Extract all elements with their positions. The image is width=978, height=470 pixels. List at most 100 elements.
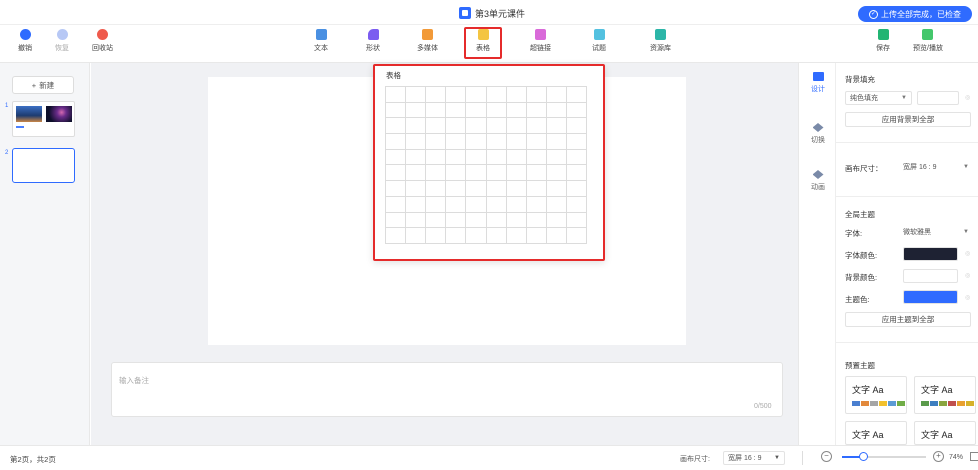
canvas-size-select[interactable]: 宽屏 16 : 9 ▼: [899, 160, 973, 174]
notes-input[interactable]: [111, 362, 783, 417]
zoom-in-button[interactable]: +: [933, 451, 944, 462]
table-grid-cell[interactable]: [546, 87, 567, 103]
table-grid-cell[interactable]: [526, 165, 547, 182]
table-grid-cell[interactable]: [526, 134, 547, 150]
eyedropper-icon[interactable]: ◎: [965, 250, 970, 257]
eyedropper-icon[interactable]: ◎: [965, 272, 970, 279]
table-grid-cell[interactable]: [426, 181, 447, 197]
preset-theme-card[interactable]: 文字 Aa: [914, 376, 976, 414]
table-grid-cell[interactable]: [486, 102, 507, 119]
table-grid-cell[interactable]: [426, 228, 447, 244]
table-grid-cell[interactable]: [446, 134, 467, 150]
table-grid-cell[interactable]: [486, 134, 507, 150]
apply-theme-to-all-button[interactable]: 应用主题到全部: [845, 312, 971, 327]
table-grid-cell[interactable]: [506, 87, 527, 103]
table-grid-cell[interactable]: [386, 149, 407, 166]
slide-thumbnail-1[interactable]: [12, 101, 75, 137]
table-grid-cell[interactable]: [486, 228, 507, 244]
table-grid-cell[interactable]: [546, 228, 567, 244]
table-grid-cell[interactable]: [506, 118, 527, 135]
table-grid-cell[interactable]: [546, 181, 567, 197]
table-grid-cell[interactable]: [546, 149, 567, 166]
table-grid-cell[interactable]: [426, 196, 447, 213]
tab-transition[interactable]: 切换: [806, 123, 830, 145]
tab-design[interactable]: 设计: [806, 72, 830, 94]
statusbar-canvas-size-select[interactable]: 宽屏 16 : 9 ▼: [723, 451, 785, 465]
table-grid-cell[interactable]: [566, 118, 587, 135]
table-grid-cell[interactable]: [526, 228, 547, 244]
table-grid-cell[interactable]: [526, 102, 547, 119]
text-button[interactable]: 文本: [314, 29, 328, 53]
apply-bg-to-all-button[interactable]: 应用背景到全部: [845, 112, 971, 127]
resource-library-button[interactable]: 资源库: [650, 29, 671, 53]
table-grid-cell[interactable]: [426, 212, 447, 229]
table-grid-cell[interactable]: [446, 165, 467, 182]
table-grid-cell[interactable]: [546, 212, 567, 229]
table-grid-cell[interactable]: [446, 212, 467, 229]
table-grid-cell[interactable]: [426, 134, 447, 150]
table-grid-cell[interactable]: [386, 212, 407, 229]
quiz-button[interactable]: 试题: [592, 29, 606, 53]
table-grid-cell[interactable]: [506, 212, 527, 229]
table-grid-cell[interactable]: [566, 196, 587, 213]
table-grid-cell[interactable]: [466, 134, 487, 150]
tab-animation[interactable]: 动画: [806, 170, 830, 192]
bg-color-swatch[interactable]: [903, 269, 958, 283]
table-grid-cell[interactable]: [526, 196, 547, 213]
new-slide-button[interactable]: + 新建: [12, 76, 74, 94]
table-grid-cell[interactable]: [386, 181, 407, 197]
table-grid-cell[interactable]: [386, 102, 407, 119]
table-grid-cell[interactable]: [446, 181, 467, 197]
slide-thumbnail-2[interactable]: [12, 148, 75, 183]
font-select[interactable]: 微软雅黑 ▼: [899, 225, 973, 239]
table-grid-cell[interactable]: [526, 212, 547, 229]
table-grid-cell[interactable]: [566, 181, 587, 197]
eyedropper-icon[interactable]: ◎: [965, 294, 970, 301]
table-grid-cell[interactable]: [506, 196, 527, 213]
upload-status-badge[interactable]: ✓ 上传全部完成，已检查: [858, 6, 972, 22]
table-grid-cell[interactable]: [466, 196, 487, 213]
table-grid-cell[interactable]: [566, 134, 587, 150]
table-grid-cell[interactable]: [506, 149, 527, 166]
table-grid-cell[interactable]: [386, 196, 407, 213]
table-grid-cell[interactable]: [506, 181, 527, 197]
table-grid-cell[interactable]: [526, 118, 547, 135]
preset-theme-card[interactable]: 文字 Aa: [845, 421, 907, 445]
table-grid-cell[interactable]: [406, 102, 427, 119]
shape-button[interactable]: 形状: [366, 29, 380, 53]
table-grid-cell[interactable]: [566, 228, 587, 244]
table-grid-cell[interactable]: [386, 165, 407, 182]
table-grid-cell[interactable]: [486, 118, 507, 135]
table-grid-cell[interactable]: [406, 118, 427, 135]
table-grid-cell[interactable]: [546, 102, 567, 119]
table-grid-cell[interactable]: [466, 87, 487, 103]
table-grid-cell[interactable]: [466, 228, 487, 244]
table-grid-cell[interactable]: [466, 212, 487, 229]
redo-button[interactable]: 恢复: [55, 29, 69, 53]
table-grid-cell[interactable]: [446, 118, 467, 135]
table-grid-cell[interactable]: [506, 134, 527, 150]
save-button[interactable]: 保存: [876, 29, 890, 53]
table-grid-cell[interactable]: [386, 87, 407, 103]
theme-color-swatch[interactable]: [903, 290, 958, 304]
table-grid-cell[interactable]: [426, 165, 447, 182]
table-grid-cell[interactable]: [546, 196, 567, 213]
table-grid-cell[interactable]: [486, 149, 507, 166]
table-grid-cell[interactable]: [486, 87, 507, 103]
table-grid-cell[interactable]: [406, 228, 427, 244]
table-grid-cell[interactable]: [486, 181, 507, 197]
table-grid-cell[interactable]: [546, 165, 567, 182]
table-grid-cell[interactable]: [506, 102, 527, 119]
recycle-bin-button[interactable]: 回收站: [92, 29, 113, 53]
table-grid-cell[interactable]: [506, 165, 527, 182]
table-grid-cell[interactable]: [466, 118, 487, 135]
eyedropper-icon[interactable]: ◎: [965, 94, 970, 101]
table-grid-cell[interactable]: [486, 165, 507, 182]
table-grid-cell[interactable]: [486, 196, 507, 213]
table-grid-cell[interactable]: [406, 165, 427, 182]
table-grid-cell[interactable]: [406, 196, 427, 213]
table-grid-cell[interactable]: [466, 102, 487, 119]
table-grid-cell[interactable]: [466, 165, 487, 182]
table-grid-cell[interactable]: [386, 228, 407, 244]
table-grid-cell[interactable]: [446, 228, 467, 244]
